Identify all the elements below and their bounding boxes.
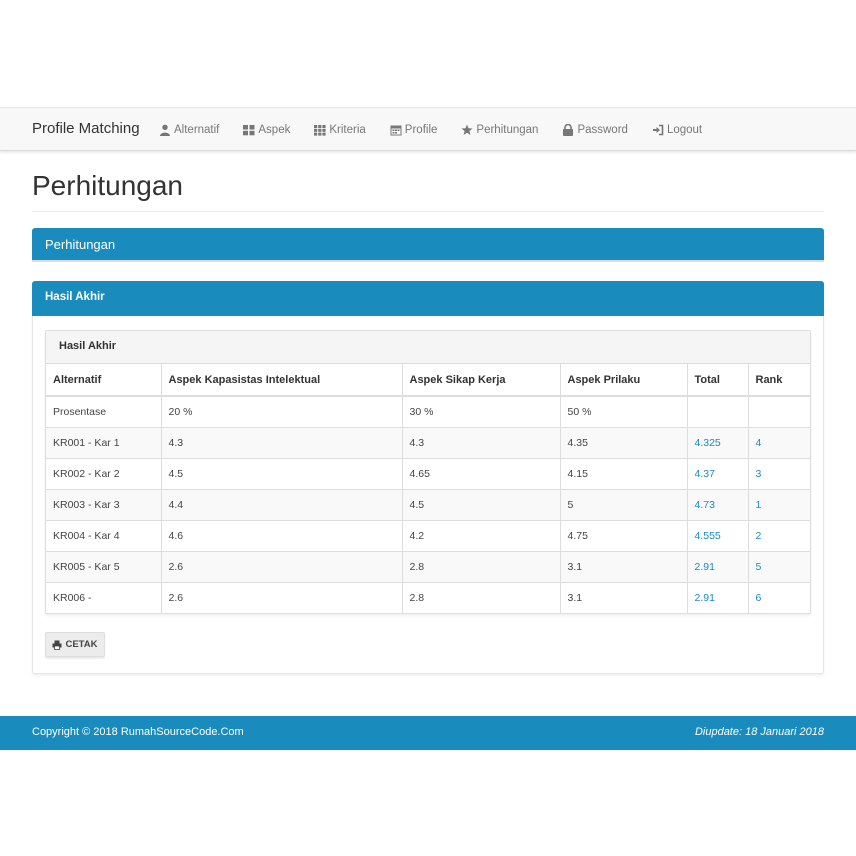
table-cell: 4.4 bbox=[161, 488, 403, 520]
navbar: Profile Matching Alternatif Aspek Kriter… bbox=[0, 107, 856, 151]
footer-updated: Diupdate: 18 Januari 2018 bbox=[694, 726, 824, 738]
hasil-akhir-panel: Hasil Akhir Hasil Akhir Alternatif Aspek… bbox=[32, 281, 824, 674]
table-cell-rank: 1 bbox=[748, 488, 810, 520]
lock-icon bbox=[562, 124, 574, 136]
footer-copyright: Copyright © 2018 RumahSourceCode.Com bbox=[32, 726, 244, 738]
table-cell: 2.6 bbox=[161, 581, 403, 613]
title-divider bbox=[32, 211, 824, 212]
table-cell: 4.5 bbox=[161, 457, 403, 489]
table-cell: 50 % bbox=[560, 395, 688, 427]
table-cell: 2.8 bbox=[402, 581, 561, 613]
table-cell-total: 4.37 bbox=[687, 457, 749, 489]
cetak-button-label: CETAK bbox=[65, 639, 98, 650]
table-cell: KR004 - Kar 4 bbox=[46, 519, 162, 551]
table-row: KR006 - 2.6 2.8 3.1 2.91 6 bbox=[46, 581, 810, 613]
column-header-prilaku: Aspek Prilaku bbox=[560, 364, 688, 397]
nav-item-label: Alternatif bbox=[174, 124, 220, 136]
nav-item-aspek[interactable]: Aspek bbox=[243, 108, 290, 152]
table-cell: 4.65 bbox=[402, 457, 561, 489]
table-cell-total: 2.91 bbox=[687, 581, 749, 613]
nav-item-label: Password bbox=[577, 124, 628, 136]
column-header-alternatif: Alternatif bbox=[46, 364, 162, 397]
print-icon bbox=[52, 640, 62, 650]
table-cell-total: 4.325 bbox=[687, 426, 749, 458]
table-cell-total: 4.73 bbox=[687, 488, 749, 520]
table-row: KR005 - Kar 5 2.6 2.8 3.1 2.91 5 bbox=[46, 550, 810, 582]
table-cell: 4.15 bbox=[560, 457, 688, 489]
nav-item-label: Aspek bbox=[258, 124, 291, 136]
nav-item-label: Logout bbox=[666, 124, 703, 136]
table-row: KR001 - Kar 1 4.3 4.3 4.35 4.325 4 bbox=[46, 426, 810, 458]
cetak-button[interactable]: CETAK bbox=[45, 632, 105, 657]
table-cell: KR003 - Kar 3 bbox=[46, 488, 162, 520]
table-cell-rank: 3 bbox=[748, 457, 810, 489]
table-cell-rank bbox=[748, 395, 810, 427]
table-cell-total bbox=[687, 395, 749, 427]
nav-item-label: Perhitungan bbox=[476, 124, 539, 136]
table-cell: KR001 - Kar 1 bbox=[46, 426, 162, 458]
user-icon bbox=[159, 124, 171, 136]
table-cell: 3.1 bbox=[560, 581, 688, 613]
table-cell: 4.3 bbox=[402, 426, 561, 458]
nav-menu: Alternatif Aspek Kriteria Profile Perhit… bbox=[159, 108, 726, 152]
navbar-brand[interactable]: Profile Matching bbox=[32, 120, 140, 137]
hasil-akhir-panel-heading: Hasil Akhir bbox=[32, 281, 824, 316]
column-header-rank: Rank bbox=[748, 364, 810, 397]
table-row: KR002 - Kar 2 4.5 4.65 4.15 4.37 3 bbox=[46, 457, 810, 489]
table-cell: Prosentase bbox=[46, 395, 162, 427]
perhitungan-panel-title: Perhitungan bbox=[45, 237, 116, 252]
column-header-total: Total bbox=[687, 364, 749, 397]
table-cell-rank: 6 bbox=[748, 581, 810, 613]
table-cell: 30 % bbox=[402, 395, 561, 427]
table-cell-rank: 2 bbox=[748, 519, 810, 551]
table-cell: KR006 - bbox=[46, 581, 162, 613]
table-cell: 4.75 bbox=[560, 519, 688, 551]
nav-item-password[interactable]: Password bbox=[562, 108, 628, 152]
table-cell: KR005 - Kar 5 bbox=[46, 550, 162, 582]
th-icon bbox=[314, 124, 326, 136]
table-cell: 2.6 bbox=[161, 550, 403, 582]
log-in-icon bbox=[652, 124, 664, 136]
table-header-row: Alternatif Aspek Kapasistas Intelektual … bbox=[46, 364, 810, 397]
table-cell-rank: 5 bbox=[748, 550, 810, 582]
table-row: KR004 - Kar 4 4.6 4.2 4.75 4.555 2 bbox=[46, 519, 810, 551]
nav-item-kriteria[interactable]: Kriteria bbox=[314, 108, 366, 152]
hasil-akhir-table: Alternatif Aspek Kapasistas Intelektual … bbox=[46, 364, 810, 613]
table-cell: 4.2 bbox=[402, 519, 561, 551]
perhitungan-panel: Perhitungan bbox=[32, 228, 824, 262]
hasil-akhir-table-panel: Hasil Akhir Alternatif Aspek Kapasistas … bbox=[45, 330, 811, 614]
table-cell: 2.8 bbox=[402, 550, 561, 582]
nav-item-logout[interactable]: Logout bbox=[652, 108, 702, 152]
table-cell: 3.1 bbox=[560, 550, 688, 582]
column-header-kapasitas: Aspek Kapasistas Intelektual bbox=[161, 364, 403, 397]
table-cell: 20 % bbox=[161, 395, 403, 427]
table-cell: 4.3 bbox=[161, 426, 403, 458]
table-cell: 4.5 bbox=[402, 488, 561, 520]
th-large-icon bbox=[243, 124, 255, 136]
column-header-sikap-kerja: Aspek Sikap Kerja bbox=[402, 364, 561, 397]
table-cell-total: 4.555 bbox=[687, 519, 749, 551]
table-cell: 4.6 bbox=[161, 519, 403, 551]
hasil-akhir-table-title: Hasil Akhir bbox=[46, 331, 810, 364]
table-row: KR003 - Kar 3 4.4 4.5 5 4.73 1 bbox=[46, 488, 810, 520]
page-title: Perhitungan bbox=[32, 170, 184, 201]
star-icon bbox=[461, 124, 473, 136]
nav-item-label: Profile bbox=[404, 124, 438, 136]
table-cell-total: 2.91 bbox=[687, 550, 749, 582]
nav-item-profile[interactable]: Profile bbox=[390, 108, 438, 152]
table-cell: KR002 - Kar 2 bbox=[46, 457, 162, 489]
calendar-icon bbox=[390, 124, 402, 136]
nav-item-label: Kriteria bbox=[329, 124, 366, 136]
nav-item-alternatif[interactable]: Alternatif bbox=[159, 108, 219, 152]
table-cell: 5 bbox=[560, 488, 688, 520]
nav-item-perhitungan[interactable]: Perhitungan bbox=[461, 108, 538, 152]
table-row: Prosentase 20 % 30 % 50 % bbox=[46, 395, 810, 427]
table-cell-rank: 4 bbox=[748, 426, 810, 458]
table-cell: 4.35 bbox=[560, 426, 688, 458]
hasil-akhir-panel-title: Hasil Akhir bbox=[45, 291, 105, 303]
footer: Copyright © 2018 RumahSourceCode.Com Diu… bbox=[0, 716, 856, 750]
